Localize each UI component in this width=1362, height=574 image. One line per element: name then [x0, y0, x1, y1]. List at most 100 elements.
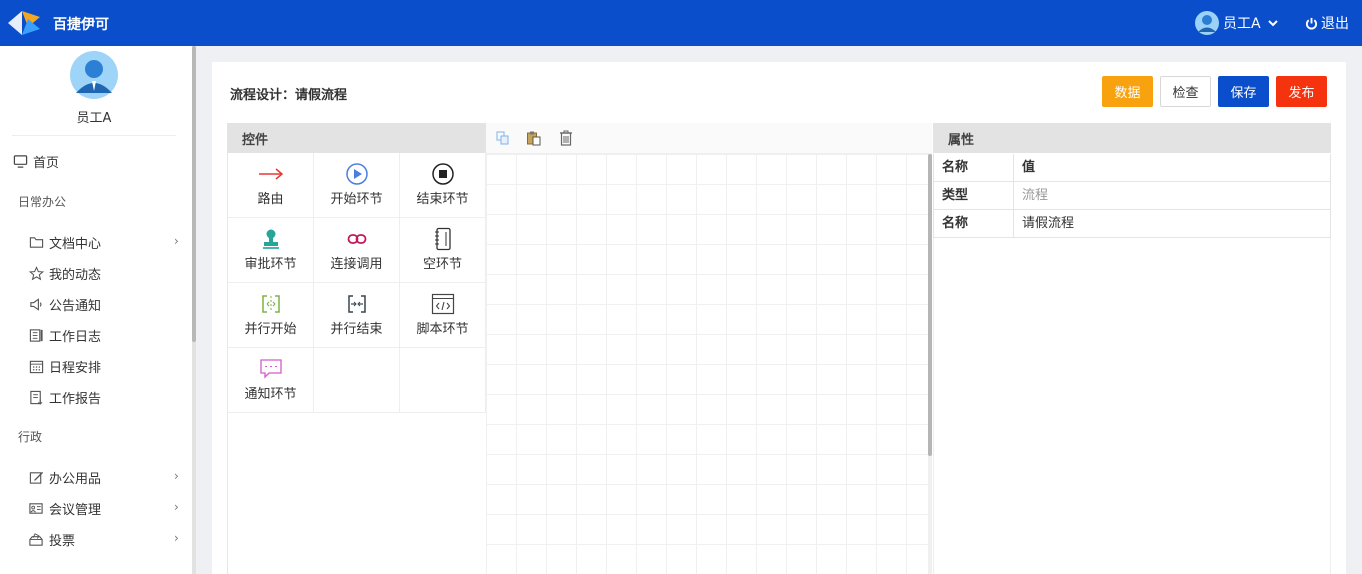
save-button[interactable]: 保存: [1218, 76, 1269, 107]
control-parallel-end[interactable]: 并行结束: [314, 283, 400, 348]
property-row-name[interactable]: 名称 请假流程: [933, 210, 1331, 238]
control-label: 连接调用: [330, 257, 383, 272]
logout-label: 退出: [1321, 16, 1349, 32]
trash-icon[interactable]: [557, 129, 575, 147]
control-label: 路由: [257, 192, 284, 207]
monitor-icon: [12, 153, 28, 169]
property-value[interactable]: 请假流程: [1022, 210, 1074, 237]
divider: [12, 135, 176, 136]
check-button[interactable]: 检查: [1160, 76, 1211, 107]
logout-button[interactable]: 退出: [1305, 13, 1349, 33]
user-avatar-icon: [1195, 11, 1219, 35]
data-button[interactable]: 数据: [1102, 76, 1153, 107]
control-script-node[interactable]: 脚本环节: [400, 283, 486, 348]
chevron-down-icon: [1267, 20, 1278, 27]
avatar[interactable]: [70, 51, 118, 99]
control-start-node[interactable]: 开始环节: [314, 153, 400, 218]
ballot-icon: [28, 531, 44, 547]
user-name: 员工A: [1223, 16, 1261, 32]
sidebar-item-home[interactable]: 首页: [12, 149, 192, 173]
control-notify-node[interactable]: 通知环节: [228, 348, 314, 413]
sidebar-item-label: 我的动态: [49, 267, 102, 283]
property-key: 名称: [934, 210, 1014, 237]
sidebar-item-work-log[interactable]: 工作日志: [28, 323, 192, 347]
sidebar-user-name: 员工A: [76, 111, 112, 126]
sidebar-item-work-report[interactable]: 工作报告: [28, 385, 192, 409]
edit-icon: [28, 469, 44, 485]
parallel-end-icon: [346, 293, 368, 315]
sidebar-item-label: 公告通知: [49, 298, 102, 314]
brand-logo-icon[interactable]: [8, 9, 40, 37]
property-row-type: 类型 流程: [933, 182, 1331, 210]
notebook-icon: [432, 227, 454, 251]
controls-header: 控件: [227, 123, 486, 153]
chevron-right-icon: ›: [174, 500, 179, 514]
control-label: 结束环节: [416, 192, 469, 207]
control-label: 通知环节: [244, 387, 297, 402]
control-end-node[interactable]: 结束环节: [400, 153, 486, 218]
sidebar-item-label: 文档中心: [49, 236, 102, 252]
control-link-call[interactable]: 连接调用: [314, 218, 400, 283]
sidebar-item-label: 工作报告: [49, 391, 102, 407]
control-empty-node[interactable]: 空环节: [400, 218, 486, 283]
sidebar-item-label: 工作日志: [49, 329, 102, 345]
col-name: 名称: [934, 154, 1014, 181]
properties-table-header: 名称 值: [933, 154, 1331, 182]
col-value: 值: [1022, 160, 1036, 175]
section-title: 行政: [18, 430, 43, 444]
property-key: 类型: [934, 182, 1014, 209]
sidebar-item-label: 首页: [33, 155, 60, 171]
page-title: 流程设计：请假流程: [230, 88, 348, 103]
top-bar: 百捷伊可 员工A 退出: [0, 0, 1362, 46]
chevron-right-icon: ›: [174, 531, 179, 545]
code-icon: [431, 293, 455, 315]
log-icon: [28, 327, 44, 343]
user-menu[interactable]: 员工A: [1195, 11, 1279, 35]
sidebar-item-my-activity[interactable]: 我的动态: [28, 261, 192, 285]
sidebar-item-label: 投票: [49, 533, 76, 549]
paste-icon[interactable]: [525, 129, 543, 147]
control-label: 并行结束: [330, 322, 383, 337]
control-route[interactable]: 路由: [228, 153, 314, 218]
speaker-icon: [28, 296, 44, 312]
parallel-start-icon: [260, 293, 282, 315]
publish-button[interactable]: 发布: [1276, 76, 1327, 107]
sidebar-item-documents[interactable]: 文档中心 ›: [28, 230, 192, 254]
star-icon: [28, 265, 44, 281]
stop-circle-icon: [431, 163, 454, 185]
brand-name: 百捷伊可: [53, 17, 109, 33]
report-icon: [28, 389, 44, 405]
chevron-right-icon: ›: [174, 469, 179, 483]
sidebar-item-voting[interactable]: 投票 ›: [28, 527, 192, 551]
sidebar-item-label: 办公用品: [49, 471, 102, 487]
sidebar-item-office-supplies[interactable]: 办公用品 ›: [28, 465, 192, 489]
canvas-toolbar: [486, 123, 932, 154]
sidebar-scrollbar-thumb[interactable]: [192, 46, 196, 342]
control-label: 并行开始: [244, 322, 297, 337]
sidebar-item-label: 日程安排: [49, 360, 102, 376]
control-label: 脚本环节: [416, 322, 469, 337]
control-label: 空环节: [422, 257, 462, 272]
design-canvas[interactable]: [486, 154, 928, 574]
property-value: 流程: [1022, 188, 1049, 203]
control-approval-node[interactable]: 审批环节: [228, 218, 314, 283]
sidebar-item-label: 会议管理: [49, 502, 102, 518]
calendar-icon: [28, 358, 44, 374]
play-circle-icon: [345, 163, 368, 185]
canvas-scrollbar-thumb[interactable]: [928, 154, 932, 456]
properties-header: 属性: [933, 123, 1331, 153]
arrow-right-icon: [257, 163, 285, 185]
control-empty-cell: [400, 348, 486, 413]
sidebar-item-announcements[interactable]: 公告通知: [28, 292, 192, 316]
copy-icon[interactable]: [494, 129, 512, 147]
controls-panel: 路由 开始环节 结束环节 审批环节 连接调用 空环节 并行开始 并行结束 脚本环…: [227, 153, 486, 574]
power-icon: [1305, 17, 1318, 29]
control-parallel-start[interactable]: 并行开始: [228, 283, 314, 348]
properties-empty-area: [933, 238, 1331, 574]
sidebar-item-schedule[interactable]: 日程安排: [28, 354, 192, 378]
chevron-right-icon: ›: [174, 234, 179, 248]
control-empty-cell: [314, 348, 400, 413]
sidebar-item-meetings[interactable]: 会议管理 ›: [28, 496, 192, 520]
message-icon: [259, 358, 283, 380]
section-title: 日常办公: [18, 195, 67, 209]
